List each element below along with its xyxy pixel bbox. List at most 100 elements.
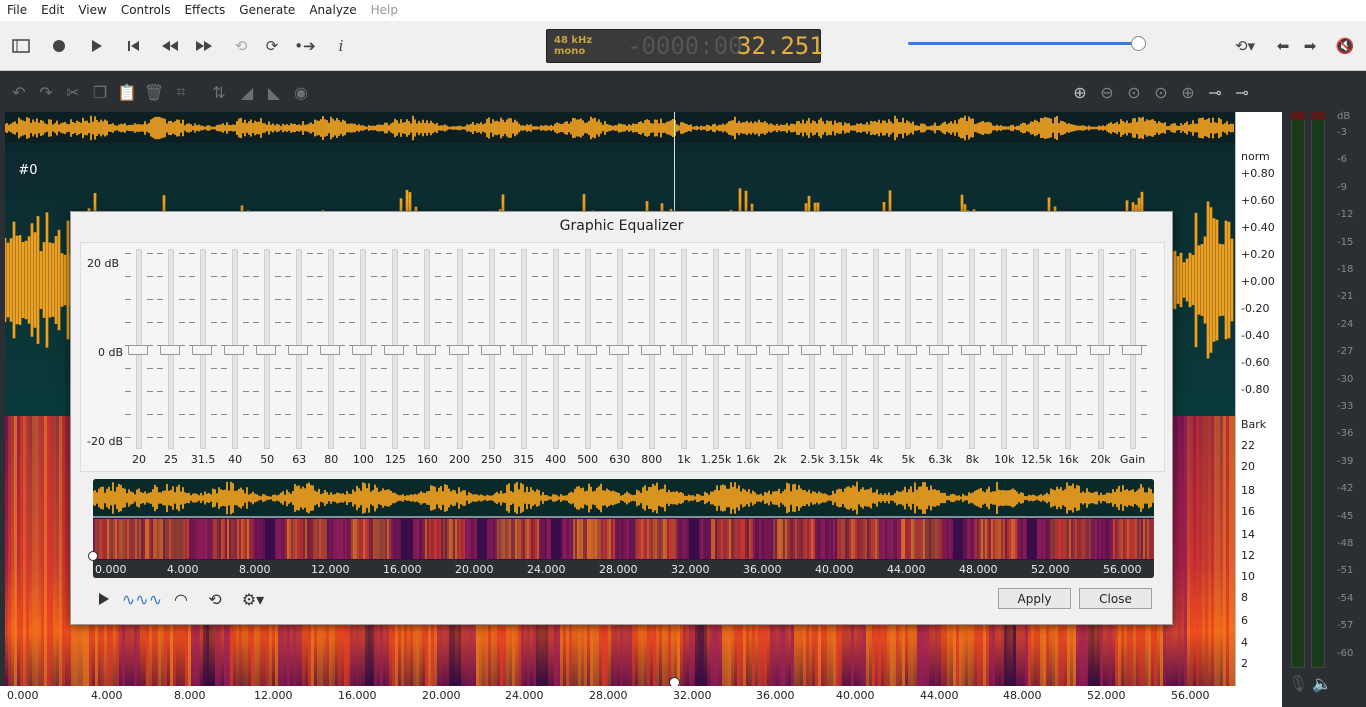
eq-band-slider[interactable]: 2.5k	[796, 249, 828, 471]
eq-slider-handle[interactable]	[736, 345, 757, 355]
menu-edit[interactable]: Edit	[34, 0, 71, 21]
playhead[interactable]	[674, 112, 675, 212]
zoom-out-icon[interactable]: ⊖	[1096, 81, 1118, 103]
eq-band-slider[interactable]: 16k	[1052, 249, 1084, 471]
eq-band-slider[interactable]: 315	[508, 249, 540, 471]
time-ruler[interactable]: 0.000 4.000 8.000 12.000 16.000 20.000 2…	[0, 686, 1282, 707]
eq-band-slider[interactable]: 500	[572, 249, 604, 471]
eq-band-slider[interactable]: 630	[604, 249, 636, 471]
zoom-vertical-in-icon[interactable]: ⊸	[1204, 81, 1226, 103]
eq-slider-handle[interactable]	[640, 345, 661, 355]
eq-slider-handle[interactable]	[833, 345, 854, 355]
eq-slider-handle[interactable]	[897, 345, 918, 355]
microphone-icon[interactable]: 🎙	[1288, 674, 1308, 693]
eq-slider-handle[interactable]	[1025, 345, 1046, 355]
eq-band-slider[interactable]: 31.5	[187, 249, 219, 471]
eq-slider-handle[interactable]	[480, 345, 501, 355]
eq-slider-handle[interactable]	[192, 345, 213, 355]
menu-file[interactable]: File	[0, 0, 34, 21]
eq-slider-handle[interactable]	[288, 345, 309, 355]
crop-icon[interactable]: ⌗	[170, 81, 192, 103]
eq-slider-handle[interactable]	[704, 345, 725, 355]
eq-slider-handle[interactable]	[224, 345, 245, 355]
preview-ruler[interactable]: 0.000 4.000 8.000 12.000 16.000 20.000 2…	[93, 560, 1154, 578]
delete-icon[interactable]: 🗑	[143, 81, 165, 103]
preview-loop-icon[interactable]: ⟲	[203, 588, 227, 610]
eq-band-slider[interactable]: 250	[476, 249, 508, 471]
eq-slider-handle[interactable]	[769, 345, 789, 355]
eq-slider-handle[interactable]	[1089, 345, 1110, 355]
eq-band-slider[interactable]: 20k	[1085, 249, 1117, 471]
speaker-icon[interactable]: 🔈	[1312, 674, 1332, 693]
eq-gain-slider[interactable]: Gain	[1117, 249, 1149, 471]
zoom-fit-icon[interactable]: ⊙	[1123, 81, 1145, 103]
eq-slider-handle[interactable]	[256, 345, 277, 355]
eq-band-slider[interactable]: 1.6k	[732, 249, 764, 471]
eq-slider-handle[interactable]	[576, 345, 597, 355]
eq-band-slider[interactable]: 20	[123, 249, 155, 471]
back-arrow-icon[interactable]: ⬅	[1270, 33, 1296, 59]
close-button[interactable]: Close	[1079, 588, 1152, 609]
eq-band-slider[interactable]: 3.15k	[828, 249, 860, 471]
eq-slider-handle[interactable]	[929, 345, 950, 355]
eq-slider-handle[interactable]	[1121, 345, 1142, 355]
eq-slider-handle[interactable]	[512, 345, 533, 355]
record-icon[interactable]	[46, 33, 72, 59]
skip-start-icon[interactable]	[120, 33, 146, 59]
eq-slider-handle[interactable]	[865, 345, 886, 355]
eq-band-slider[interactable]: 400	[540, 249, 572, 471]
eq-slider-handle[interactable]	[352, 345, 373, 355]
menu-controls[interactable]: Controls	[114, 0, 178, 21]
eq-band-slider[interactable]: 40	[219, 249, 251, 471]
eq-slider-handle[interactable]	[961, 345, 982, 355]
eq-slider-handle[interactable]	[672, 345, 693, 355]
apply-button[interactable]: Apply	[998, 588, 1071, 609]
preview-overview[interactable]: 0.000 4.000 8.000 12.000 16.000 20.000 2…	[93, 479, 1154, 578]
rewind-icon[interactable]	[157, 33, 183, 59]
eq-slider-handle[interactable]	[416, 345, 437, 355]
preview-bypass-icon[interactable]: ◠	[169, 588, 193, 610]
cut-icon[interactable]: ✂	[62, 81, 84, 103]
eq-slider-handle[interactable]	[801, 345, 822, 355]
paste-icon[interactable]: 📋	[116, 81, 138, 103]
copy-icon[interactable]: ❐	[89, 81, 111, 103]
settings-gear-icon[interactable]: ⚙▾	[235, 588, 271, 610]
repeat-icon[interactable]: ⟳	[259, 33, 285, 59]
eq-band-slider[interactable]: 63	[283, 249, 315, 471]
menu-help[interactable]: Help	[364, 0, 405, 21]
eq-slider-handle[interactable]	[320, 345, 341, 355]
history-icon[interactable]: ⟲▾	[1228, 33, 1262, 59]
eq-band-slider[interactable]: 5k	[892, 249, 924, 471]
menu-view[interactable]: View	[71, 0, 113, 21]
volume-slider-knob[interactable]	[1131, 36, 1146, 51]
play-icon[interactable]	[83, 33, 109, 59]
eq-band-slider[interactable]: 2k	[764, 249, 796, 471]
redo-icon[interactable]: ↷	[35, 81, 57, 103]
eq-band-slider[interactable]: 10k	[988, 249, 1020, 471]
zoom-all-icon[interactable]: ⊕	[1177, 81, 1199, 103]
eq-slider-handle[interactable]	[1057, 345, 1078, 355]
eq-band-slider[interactable]: 800	[636, 249, 668, 471]
loop-icon[interactable]: ⟲	[228, 33, 254, 59]
fade-in-icon[interactable]: ◢	[236, 81, 258, 103]
menu-effects[interactable]: Effects	[177, 0, 232, 21]
eq-band-slider[interactable]: 200	[444, 249, 476, 471]
eq-slider-handle[interactable]	[160, 345, 181, 355]
eq-band-slider[interactable]: 50	[251, 249, 283, 471]
eq-slider-handle[interactable]	[384, 345, 405, 355]
eq-band-slider[interactable]: 125	[379, 249, 411, 471]
playhead-marker[interactable]	[669, 677, 680, 686]
forward-arrow-icon[interactable]: ➡	[1297, 33, 1323, 59]
eq-slider-handle[interactable]	[448, 345, 469, 355]
undo-icon[interactable]: ↶	[8, 81, 30, 103]
info-icon[interactable]: i	[328, 33, 354, 59]
zoom-in-icon[interactable]: ⊕	[1069, 81, 1091, 103]
eq-band-slider[interactable]: 100	[347, 249, 379, 471]
eq-band-slider[interactable]: 160	[411, 249, 443, 471]
preview-start-marker[interactable]	[88, 551, 98, 561]
effect-icon[interactable]: ◉	[290, 81, 312, 103]
menu-analyze[interactable]: Analyze	[302, 0, 363, 21]
eq-band-slider[interactable]: 1k	[668, 249, 700, 471]
eq-slider-handle[interactable]	[608, 345, 629, 355]
zoom-selection-icon[interactable]: ⊙	[1150, 81, 1172, 103]
